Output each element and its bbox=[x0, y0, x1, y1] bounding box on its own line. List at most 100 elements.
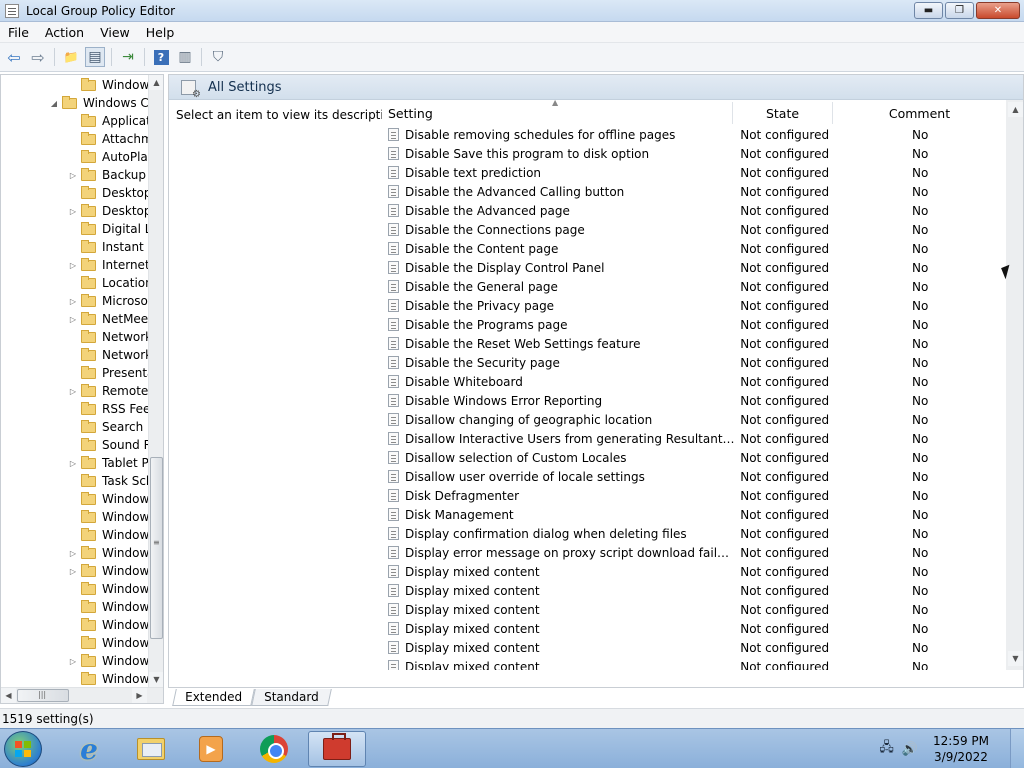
column-header-comment[interactable]: Comment bbox=[833, 102, 1006, 124]
tree-scroll-left-arrow[interactable]: ◀ bbox=[1, 688, 16, 703]
list-vertical-scrollbar[interactable]: ▲ ▼ bbox=[1006, 100, 1023, 670]
menu-view[interactable]: View bbox=[92, 25, 138, 40]
table-row[interactable]: Disk Management Not configured No bbox=[382, 505, 1006, 524]
tree-item[interactable]: RSS Feed bbox=[68, 400, 149, 418]
menu-file[interactable]: File bbox=[0, 25, 37, 40]
tree-item[interactable]: Attachm bbox=[68, 130, 149, 148]
tree-item[interactable]: Network bbox=[68, 328, 149, 346]
taskbar-chrome[interactable] bbox=[247, 731, 301, 767]
taskbar-windows-explorer[interactable] bbox=[124, 731, 178, 767]
tree-scroll-thumb[interactable]: ≡ bbox=[150, 457, 163, 639]
forward-button[interactable]: ⇨ bbox=[28, 47, 48, 67]
expand-arrow-icon[interactable]: ▷ bbox=[68, 458, 78, 468]
tree-item[interactable]: ▷ Remote bbox=[68, 382, 148, 400]
tree-item[interactable]: Task Sch bbox=[68, 472, 149, 490]
tree-item[interactable]: ▷ Microso bbox=[68, 292, 148, 310]
expand-arrow-icon[interactable]: ▷ bbox=[68, 548, 78, 558]
tree-item[interactable]: ▷ Window bbox=[68, 562, 149, 580]
help-button[interactable]: ? bbox=[151, 47, 171, 67]
tree-item[interactable]: Window bbox=[68, 634, 149, 652]
tree-item[interactable]: ▷ Desktop bbox=[68, 202, 149, 220]
table-row[interactable]: Disable the Programs page Not configured N… bbox=[382, 315, 1006, 334]
network-icon[interactable]: 🖧 bbox=[879, 738, 894, 760]
export-list-button[interactable]: ⇥ bbox=[118, 47, 138, 67]
tree-item[interactable]: Window bbox=[68, 670, 149, 687]
table-row[interactable]: Display mixed content Not configured No bbox=[382, 562, 1006, 581]
volume-icon[interactable]: 🔊 bbox=[902, 742, 918, 757]
tree-item[interactable]: Window bbox=[68, 598, 149, 616]
tree-item[interactable]: AutoPlay bbox=[68, 148, 149, 166]
tree-scroll-up-arrow[interactable]: ▲ bbox=[149, 75, 163, 90]
up-one-level-button[interactable]: 📁 bbox=[61, 47, 81, 67]
maximize-button[interactable]: ❐ bbox=[945, 2, 974, 19]
tab-extended[interactable]: Extended bbox=[172, 689, 255, 706]
tree-item[interactable]: ▷ Internet bbox=[68, 256, 149, 274]
tree-item[interactable]: ▷ Window bbox=[68, 544, 149, 562]
tree-hscroll-thumb[interactable]: ||| bbox=[17, 689, 69, 702]
tree-item[interactable]: ▷ Tablet P bbox=[68, 454, 149, 472]
menu-action[interactable]: Action bbox=[37, 25, 92, 40]
tree-item[interactable]: Window bbox=[68, 490, 149, 508]
tree-item[interactable]: Window bbox=[68, 526, 149, 544]
table-row[interactable]: Disable Windows Error Reporting Not confi… bbox=[382, 391, 1006, 410]
column-header-setting[interactable]: Setting ▲ bbox=[382, 100, 733, 124]
tree-item[interactable]: Location bbox=[68, 274, 149, 292]
tree-item[interactable]: Search bbox=[68, 418, 143, 436]
table-row[interactable]: Disable the Display Control Panel Not con… bbox=[382, 258, 1006, 277]
table-row[interactable]: Disable the Connections page Not configur… bbox=[382, 220, 1006, 239]
taskbar-internet-explorer[interactable]: e bbox=[62, 731, 116, 767]
tree-item[interactable]: ▷ Backup bbox=[68, 166, 146, 184]
table-row[interactable]: Disallow user override of locale setting… bbox=[382, 467, 1006, 486]
filter-button[interactable]: ⛉ bbox=[208, 47, 228, 67]
taskbar-media-player[interactable]: ▶ bbox=[184, 731, 238, 767]
tree-horizontal-scrollbar[interactable]: ◀ ||| ▶ bbox=[1, 687, 163, 703]
table-row[interactable]: Disable the Content page Not configured No bbox=[382, 239, 1006, 258]
tab-standard[interactable]: Standard bbox=[251, 689, 332, 706]
table-row[interactable]: Display mixed content Not configured No bbox=[382, 657, 1006, 670]
column-header-state[interactable]: State bbox=[733, 102, 833, 124]
tree-scroll-right-arrow[interactable]: ▶ bbox=[132, 688, 147, 703]
expand-arrow-icon[interactable]: ▷ bbox=[68, 206, 78, 216]
table-row[interactable]: Disable the Advanced Calling button Not c… bbox=[382, 182, 1006, 201]
table-row[interactable]: Display mixed content Not configured No bbox=[382, 581, 1006, 600]
list-scroll-up-arrow[interactable]: ▲ bbox=[1008, 102, 1023, 117]
expand-arrow-icon[interactable]: ▷ bbox=[68, 296, 78, 306]
expand-arrow-icon[interactable]: ▷ bbox=[68, 386, 78, 396]
expand-arrow-icon[interactable]: ▷ bbox=[68, 260, 78, 270]
table-row[interactable]: Disable the General page Not configured No bbox=[382, 277, 1006, 296]
tree-item[interactable]: ▷ NetMeet bbox=[68, 310, 149, 328]
table-row[interactable]: Display confirmation dialog when deletin… bbox=[382, 524, 1006, 543]
tree-item[interactable]: Network bbox=[68, 346, 149, 364]
close-button[interactable]: ✕ bbox=[976, 2, 1020, 19]
tree-item[interactable]: Desktop bbox=[68, 184, 149, 202]
table-row[interactable]: Disable the Advanced page Not configured N… bbox=[382, 201, 1006, 220]
table-row[interactable]: Disk Defragmenter Not configured No bbox=[382, 486, 1006, 505]
expand-arrow-icon[interactable]: ▷ bbox=[68, 170, 78, 180]
tree-item[interactable]: Sound R bbox=[68, 436, 149, 454]
tree-item[interactable]: ▷ Window bbox=[68, 652, 149, 670]
table-row[interactable]: Disallow changing of geographic location… bbox=[382, 410, 1006, 429]
clock[interactable]: 12:59 PM 3/9/2022 bbox=[926, 733, 996, 765]
minimize-button[interactable]: ▬ bbox=[914, 2, 943, 19]
tree-item[interactable]: Presenta bbox=[68, 364, 149, 382]
list-scroll-down-arrow[interactable]: ▼ bbox=[1008, 651, 1023, 666]
tree-item[interactable]: Instant S bbox=[68, 238, 149, 256]
tree-item[interactable]: Window bbox=[68, 76, 149, 94]
start-button[interactable] bbox=[4, 731, 42, 767]
back-button[interactable]: ⇦ bbox=[4, 47, 24, 67]
tree-item[interactable]: Digital L bbox=[68, 220, 149, 238]
menu-help[interactable]: Help bbox=[138, 25, 183, 40]
table-row[interactable]: Display mixed content Not configured No bbox=[382, 600, 1006, 619]
collapse-arrow-icon[interactable]: ◢ bbox=[49, 98, 59, 108]
tree-vertical-scrollbar[interactable]: ▲ ≡ ▼ bbox=[148, 75, 163, 687]
expand-arrow-icon[interactable]: ▷ bbox=[68, 656, 78, 666]
table-row[interactable]: Disable Whiteboard Not configured No bbox=[382, 372, 1006, 391]
table-row[interactable]: Disable the Reset Web Settings feature No… bbox=[382, 334, 1006, 353]
show-hide-console-tree-button[interactable]: ▤ bbox=[85, 47, 105, 67]
table-row[interactable]: Disable removing schedules for offline p… bbox=[382, 125, 1006, 144]
tree-scroll-down-arrow[interactable]: ▼ bbox=[149, 672, 163, 687]
tree-item[interactable]: ◢ Windows Co bbox=[49, 94, 149, 112]
table-row[interactable]: Disable the Security page Not configured N… bbox=[382, 353, 1006, 372]
table-row[interactable]: Disallow selection of Custom Locales Not … bbox=[382, 448, 1006, 467]
table-row[interactable]: Display error message on proxy script do… bbox=[382, 543, 1006, 562]
